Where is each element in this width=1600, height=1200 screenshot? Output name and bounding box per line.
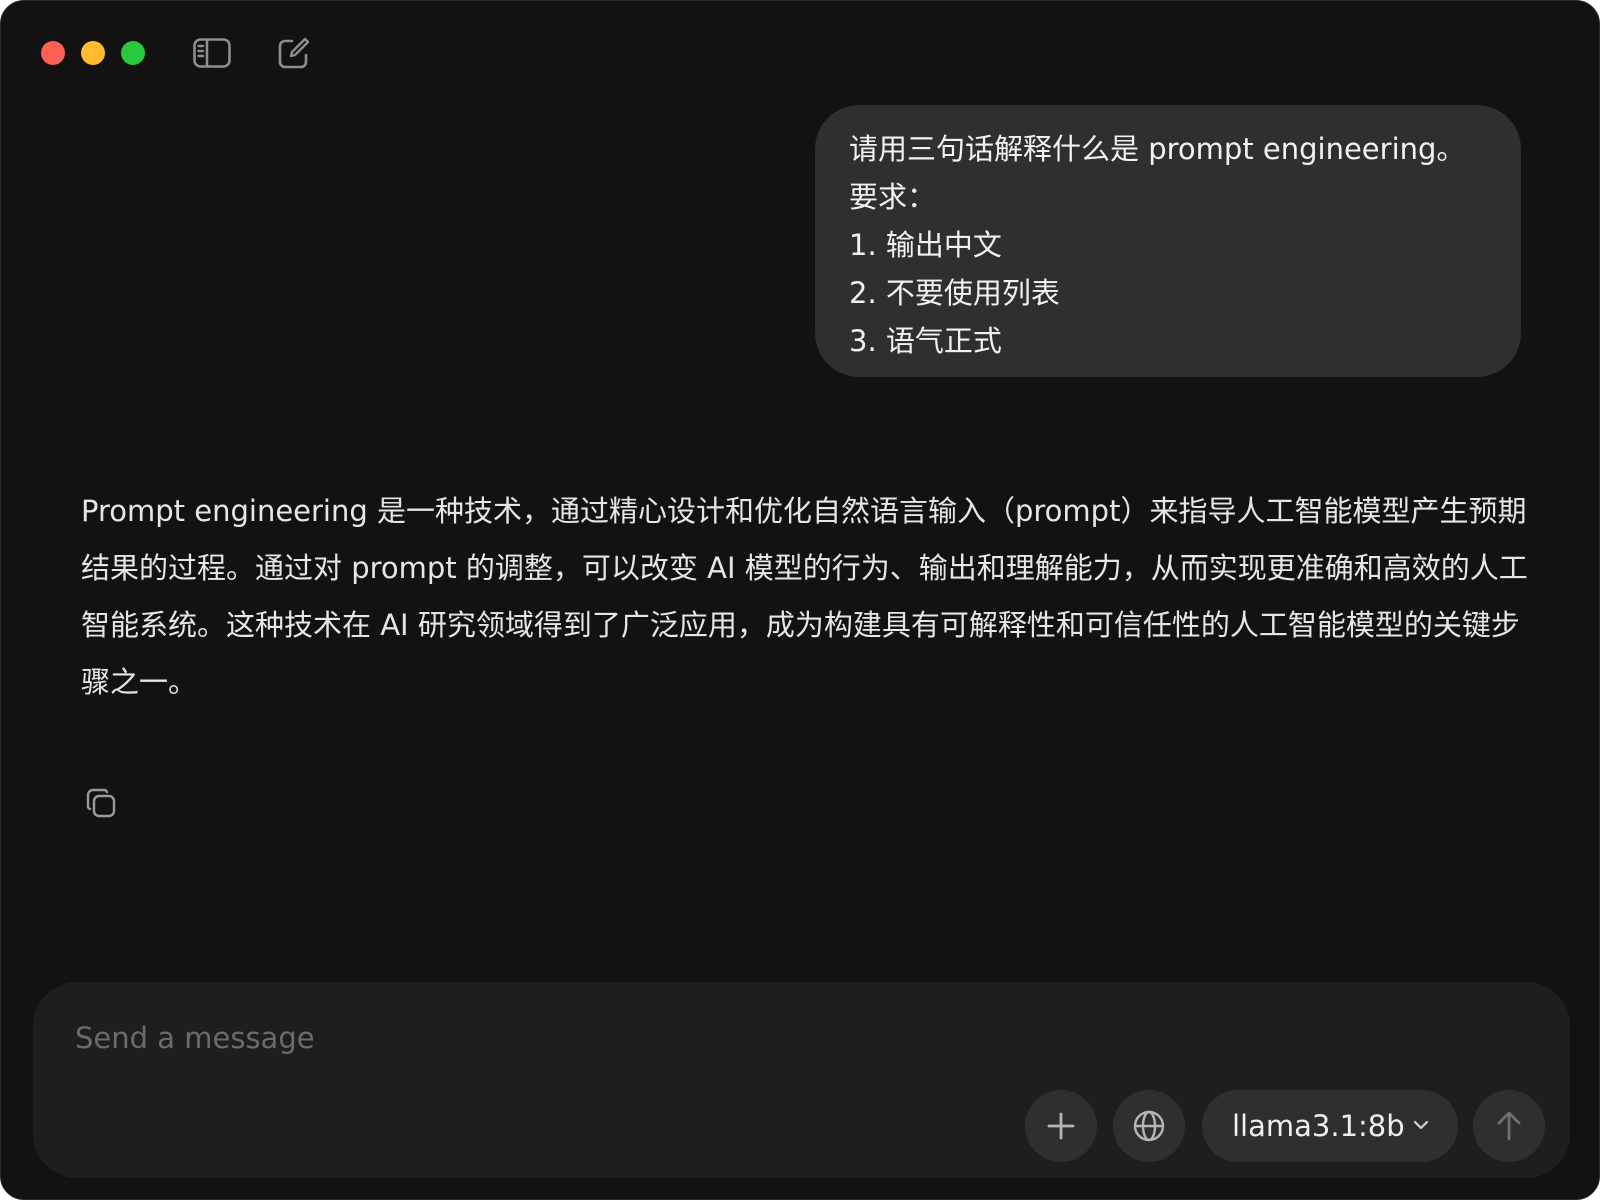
web-search-button[interactable] bbox=[1113, 1090, 1185, 1162]
sidebar-icon bbox=[193, 38, 231, 68]
minimize-window-button[interactable] bbox=[81, 41, 105, 65]
toggle-sidebar-button[interactable] bbox=[192, 35, 232, 71]
maximize-window-button[interactable] bbox=[121, 41, 145, 65]
model-name: llama3.1:8b bbox=[1232, 1109, 1405, 1143]
globe-icon bbox=[1133, 1110, 1165, 1142]
attach-button[interactable] bbox=[1025, 1090, 1097, 1162]
user-message-line: 3. 语气正式 bbox=[849, 324, 1002, 358]
user-message-line: 1. 输出中文 bbox=[849, 228, 1002, 262]
model-selector[interactable]: llama3.1:8b bbox=[1202, 1090, 1458, 1162]
send-button[interactable] bbox=[1473, 1090, 1545, 1162]
user-message-line: 2. 不要使用列表 bbox=[849, 276, 1060, 310]
app-window: 请用三句话解释什么是 prompt engineering。 要求： 1. 输出… bbox=[0, 0, 1600, 1200]
copy-message-button[interactable] bbox=[79, 781, 123, 825]
new-chat-button[interactable] bbox=[274, 35, 314, 71]
close-window-button[interactable] bbox=[41, 41, 65, 65]
send-arrow-icon bbox=[1497, 1111, 1521, 1141]
message-input[interactable] bbox=[73, 1012, 1077, 1064]
chevron-down-icon bbox=[1413, 1120, 1429, 1130]
assistant-message-text: Prompt engineering 是一种技术，通过精心设计和优化自然语言输入… bbox=[81, 494, 1528, 699]
plus-icon bbox=[1047, 1112, 1075, 1140]
user-message-line: 请用三句话解释什么是 prompt engineering。 bbox=[849, 132, 1466, 166]
user-message-bubble: 请用三句话解释什么是 prompt engineering。 要求： 1. 输出… bbox=[815, 105, 1521, 377]
copy-icon bbox=[86, 788, 116, 818]
title-bar bbox=[1, 1, 1599, 101]
new-chat-icon bbox=[278, 37, 310, 69]
message-composer: llama3.1:8b bbox=[33, 982, 1570, 1178]
user-message-line: 要求： bbox=[849, 180, 937, 214]
